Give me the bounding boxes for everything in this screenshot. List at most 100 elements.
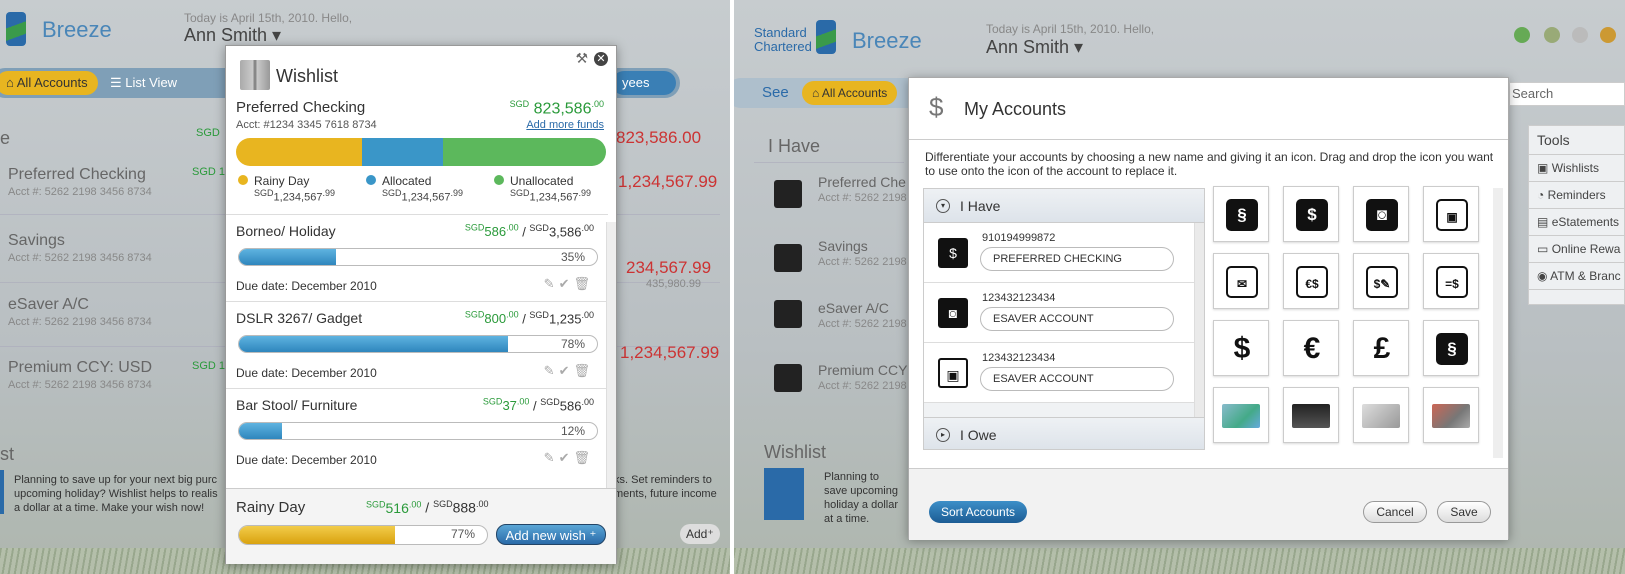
icon-tile[interactable]: ✉ <box>1213 253 1269 309</box>
i-have-section[interactable]: ▾ I Have <box>924 189 1204 223</box>
icon-tile[interactable]: € <box>1283 320 1339 376</box>
envelope-icon[interactable]: ✉ <box>1226 266 1258 298</box>
money-bag-icon[interactable]: $ <box>1296 199 1328 231</box>
edit-icon[interactable]: ✎ <box>544 276 559 291</box>
icon-tile[interactable]: $ <box>1283 186 1339 242</box>
icon-tile[interactable]: $ <box>1213 320 1269 376</box>
allocation-bar <box>236 138 606 166</box>
payees-button[interactable]: yees <box>612 71 676 95</box>
euro-icon[interactable]: € <box>1296 333 1328 365</box>
search-input[interactable]: Search <box>1509 82 1625 106</box>
account-name[interactable]: Preferred Che <box>818 174 906 190</box>
credit-card-black-icon[interactable] <box>1292 404 1330 428</box>
icon-tile[interactable]: ◙ <box>1353 186 1409 242</box>
all-accounts-button[interactable]: ⌂ All Accounts <box>0 71 98 95</box>
bell-icon: ◔ <box>1537 188 1545 202</box>
add-button[interactable]: Add⁺ <box>680 524 720 544</box>
notification-icon[interactable] <box>1514 27 1530 43</box>
unallocated-segment <box>443 138 606 166</box>
bank-s-icon[interactable]: § <box>1226 199 1258 231</box>
tools-wishlists[interactable]: ▣ Wishlists <box>1529 155 1624 182</box>
account-name-field[interactable]: ESAVER ACCOUNT <box>980 307 1174 331</box>
dialog-description: Differentiate your accounts by choosing … <box>925 150 1494 178</box>
user-menu[interactable]: Ann Smith ▾ <box>986 37 1083 58</box>
check-icon[interactable]: ✔ <box>559 276 574 291</box>
safe-icon[interactable]: ◙ <box>938 298 968 328</box>
user-menu[interactable]: Ann Smith ▾ <box>184 25 281 46</box>
edit-icon[interactable]: ✎ <box>544 363 559 378</box>
save-button[interactable]: Save <box>1437 501 1491 523</box>
rainy-day-row: Rainy Day SGD516.00 / SGD888.00 77% Add … <box>226 488 616 564</box>
tools-reminders[interactable]: ◔ Reminders <box>1529 182 1624 209</box>
icon-tile[interactable] <box>1423 387 1479 443</box>
lock-icon[interactable] <box>1600 27 1616 43</box>
icon-tile[interactable] <box>1283 387 1339 443</box>
credit-card-red-icon[interactable] <box>1432 404 1470 428</box>
i-owe-section[interactable]: ▸ I Owe <box>924 417 1204 449</box>
account-name[interactable]: eSaver A/C <box>8 296 89 314</box>
help-icon[interactable] <box>1572 27 1588 43</box>
icon-tile[interactable]: €$ <box>1283 253 1339 309</box>
account-row[interactable]: ▣ 123432123434 ESAVER ACCOUNT <box>924 343 1194 403</box>
trash-icon[interactable]: 🗑 <box>573 276 594 291</box>
credit-card-silver-icon[interactable] <box>1362 404 1400 428</box>
trash-icon[interactable]: 🗑 <box>573 363 594 378</box>
check-icon[interactable]: ✔ <box>559 363 574 378</box>
scrollbar[interactable] <box>1493 188 1503 458</box>
account-row[interactable]: ◙ 123432123434 ESAVER ACCOUNT <box>924 283 1194 343</box>
rainy-day-segment <box>236 138 362 166</box>
account-name[interactable]: eSaver A/C <box>818 300 889 316</box>
account-name[interactable]: Savings <box>8 232 65 250</box>
account-number: Acct: #1234 3345 7618 8734 <box>236 119 377 131</box>
banknote-icon[interactable]: =$ <box>1436 266 1468 298</box>
credit-card-blue-icon[interactable] <box>1222 404 1260 428</box>
account-name[interactable]: Savings <box>818 238 868 254</box>
alert-icon[interactable] <box>1544 27 1560 43</box>
cash-coins-icon[interactable]: €$ <box>1296 266 1328 298</box>
edit-icon[interactable]: ✎ <box>544 450 559 465</box>
icon-tile[interactable]: ▣ <box>1423 186 1479 242</box>
icon-tile[interactable] <box>1213 387 1269 443</box>
icon-tile[interactable] <box>1353 387 1409 443</box>
dollar-icon[interactable]: $ <box>1226 333 1258 365</box>
icon-tile[interactable]: § <box>1423 320 1479 376</box>
account-name[interactable]: Premium CCY <box>818 362 907 378</box>
close-icon[interactable]: ✕ <box>594 52 608 66</box>
account-name-field[interactable]: PREFERRED CHECKING <box>980 247 1174 271</box>
trash-icon[interactable]: 🗑 <box>573 450 594 465</box>
safe-icon[interactable]: ◙ <box>1366 199 1398 231</box>
tools-estatements[interactable]: ▤ eStatements <box>1529 209 1624 236</box>
scrollbar[interactable] <box>1194 223 1204 418</box>
scrollbar[interactable] <box>606 222 616 532</box>
account-list: ▾ I Have $910194999872 PREFERRED CHECKING… <box>923 188 1205 450</box>
add-more-funds-link[interactable]: Add more funds <box>526 119 604 131</box>
progress-percent: 12% <box>560 424 585 438</box>
account-name-field[interactable]: ESAVER ACCOUNT <box>980 367 1174 391</box>
check-icon[interactable]: ✔ <box>559 450 574 465</box>
icon-tile[interactable]: § <box>1213 186 1269 242</box>
account-name[interactable]: Preferred Checking <box>8 166 146 184</box>
tools-online-rewards[interactable]: ▭ Online Rewa <box>1529 236 1624 263</box>
sort-accounts-button[interactable]: Sort Accounts <box>929 501 1028 523</box>
list-view-button[interactable]: ☰ List View <box>100 71 187 95</box>
icon-tile[interactable]: =$ <box>1423 253 1479 309</box>
expand-icon: ▸ <box>936 428 950 442</box>
card-s-icon[interactable]: § <box>1436 333 1468 365</box>
cheque-icon[interactable]: $✎ <box>1366 266 1398 298</box>
icon-tile[interactable]: $✎ <box>1353 253 1409 309</box>
account-name[interactable]: Premium CCY: USD <box>8 359 152 377</box>
wishlist-promo-text-right: ks. Set reminders to ments, future incom… <box>614 474 717 500</box>
legend-unallocated: Unallocated SGD1,234,567.99 <box>494 174 591 204</box>
pound-icon[interactable]: £ <box>1366 333 1398 365</box>
settings-icon[interactable]: ⚒ <box>575 50 588 67</box>
safe-icon <box>774 364 802 392</box>
wallet-icon[interactable]: ▣ <box>1436 199 1468 231</box>
all-accounts-button[interactable]: ⌂ All Accounts <box>802 81 898 105</box>
account-row[interactable]: $910194999872 PREFERRED CHECKING <box>924 223 1194 283</box>
icon-tile[interactable]: £ <box>1353 320 1409 376</box>
money-bag-icon[interactable]: $ <box>938 238 968 268</box>
tools-atm-branch[interactable]: ◉ ATM & Branc <box>1529 263 1624 290</box>
cancel-button[interactable]: Cancel <box>1363 501 1427 523</box>
add-new-wish-button[interactable]: Add new wish ⁺ <box>496 524 606 545</box>
wallet-icon[interactable]: ▣ <box>938 358 968 388</box>
